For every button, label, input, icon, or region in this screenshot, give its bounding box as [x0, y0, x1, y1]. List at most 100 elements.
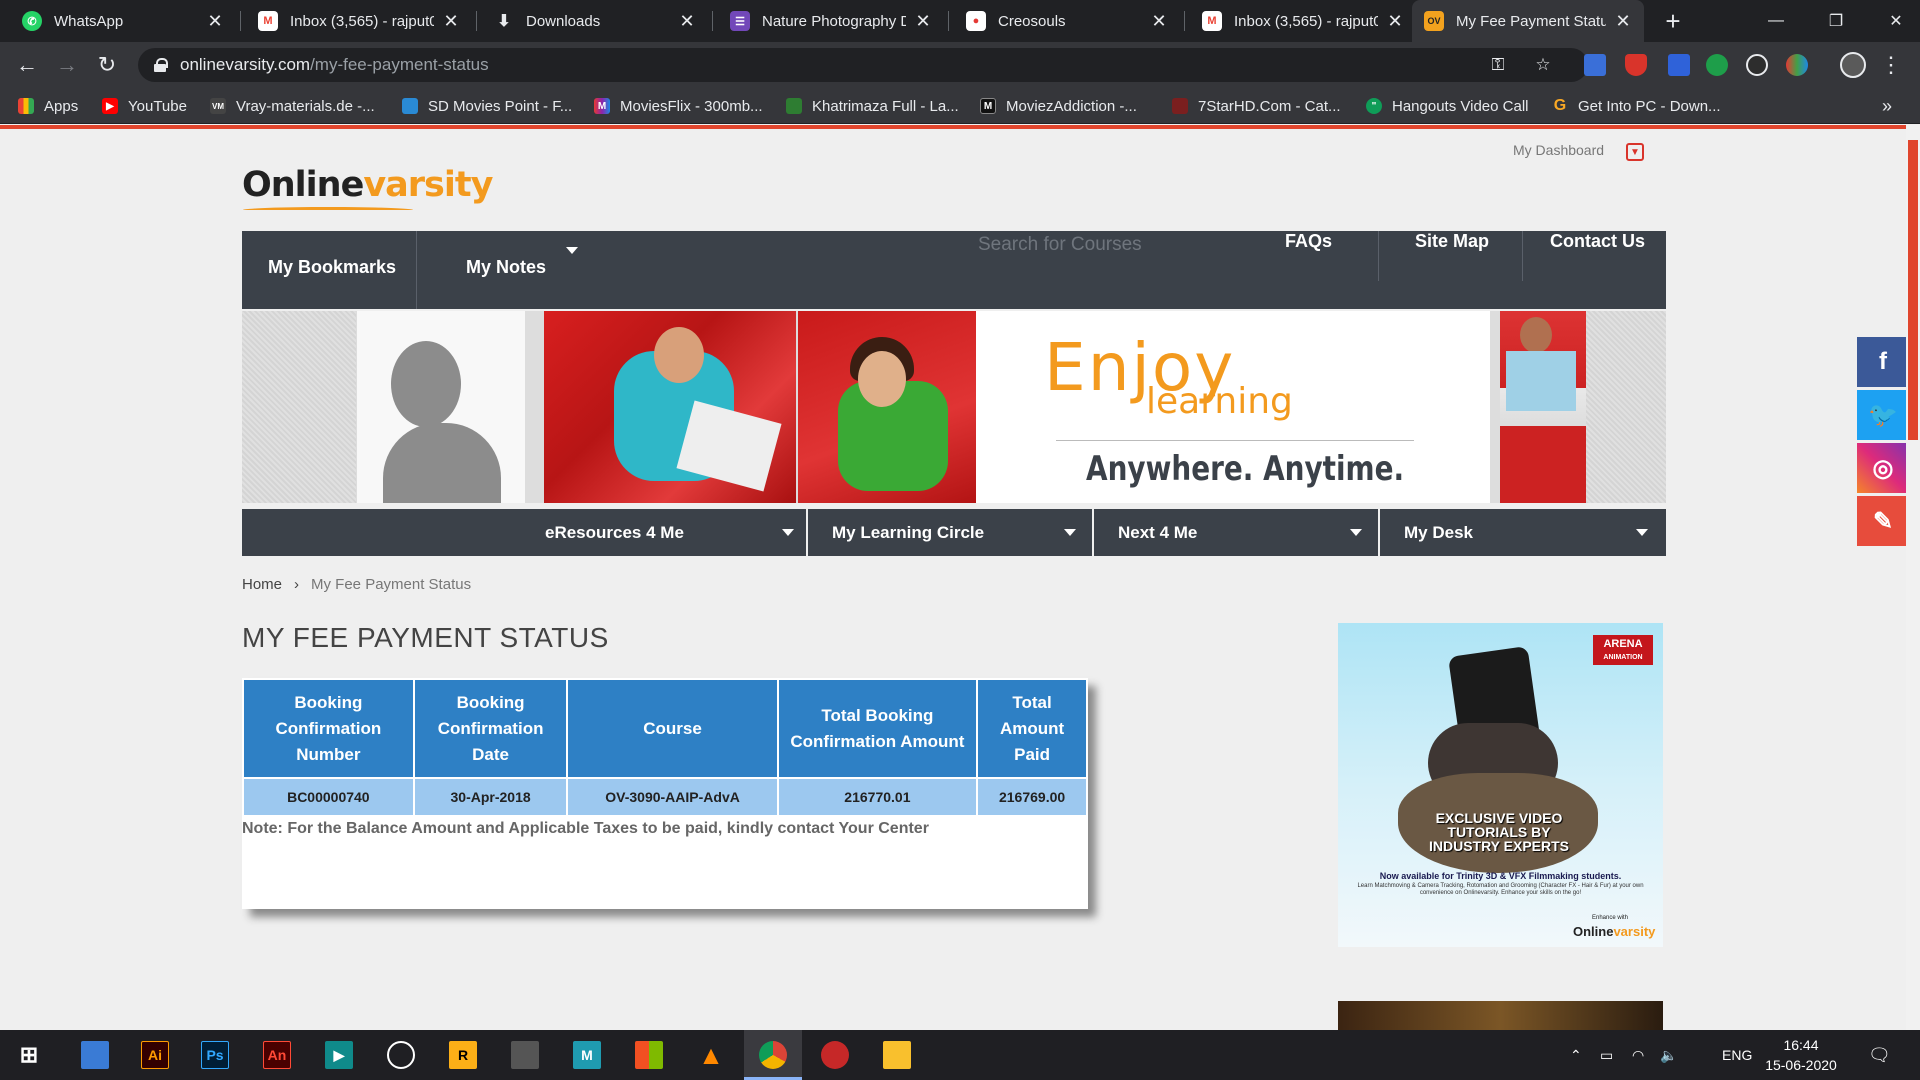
bookmark-youtube[interactable]: ▶ YouTube: [102, 88, 187, 124]
back-button[interactable]: ←: [12, 50, 42, 80]
taskbar-animate[interactable]: An: [248, 1030, 306, 1080]
bookmark-getintopc[interactable]: G Get Into PC - Down...: [1552, 88, 1721, 124]
arena-animation-ad[interactable]: ARENA ANIMATION EXCLUSIVE VIDEO TUTORIAL…: [1338, 623, 1663, 947]
edit-icon[interactable]: ✎: [1857, 496, 1909, 546]
taskbar-rockstar[interactable]: R: [434, 1030, 492, 1080]
scrollbar-thumb[interactable]: [1908, 140, 1918, 440]
taskbar-clock[interactable]: 16:44 15-06-2020: [1756, 1035, 1846, 1075]
taskbar-files[interactable]: [868, 1030, 926, 1080]
subnav-learning-circle[interactable]: My Learning Circle: [808, 509, 1094, 556]
nav-my-bookmarks[interactable]: My Bookmarks: [268, 257, 396, 278]
bookmark-vray[interactable]: VM Vray-materials.de -...: [210, 88, 375, 124]
taskbar-cinema[interactable]: [372, 1030, 430, 1080]
taskbar-media[interactable]: [806, 1030, 864, 1080]
bookmark-label: Apps: [44, 97, 79, 115]
profile-avatar-placeholder[interactable]: [357, 311, 525, 503]
taskbar-illustrator[interactable]: Ai: [126, 1030, 184, 1080]
bookmark-7starhd[interactable]: 7StarHD.Com - Cat...: [1172, 88, 1341, 124]
tab-divider: [1184, 11, 1185, 31]
my-dashboard-link[interactable]: My Dashboard: [1513, 142, 1604, 158]
nav-site-map[interactable]: Site Map: [1415, 231, 1489, 252]
start-button[interactable]: ⊞: [0, 1030, 58, 1080]
battery-icon[interactable]: ▭: [1600, 1030, 1613, 1080]
key-icon[interactable]: ⚿: [1488, 55, 1508, 75]
tray-chevron-icon[interactable]: ⌃: [1570, 1030, 1582, 1080]
new-tab-button[interactable]: +: [1656, 0, 1690, 42]
ad-enhance-text: Enhance with: [1592, 915, 1629, 921]
subnav-label: Next 4 Me: [1118, 522, 1198, 542]
taskbar-file-explorer[interactable]: [66, 1030, 124, 1080]
cell-total-amount-paid: 216769.00: [976, 777, 1088, 817]
profile-avatar-icon[interactable]: [1840, 52, 1866, 78]
fee-status-table: Booking Confirmation Number Booking Conf…: [242, 678, 1088, 817]
chevron-down-icon[interactable]: [566, 247, 578, 254]
extension-color-icon[interactable]: [1786, 54, 1808, 76]
twitter-icon[interactable]: 🐦: [1857, 390, 1909, 440]
nav-divider: [1378, 231, 1379, 281]
tab-title: Nature Photography D: [762, 12, 906, 30]
close-icon[interactable]: ✕: [1386, 11, 1404, 32]
nav-faqs[interactable]: FAQs: [1285, 231, 1332, 252]
banner-slogan: Enjoy learning Anywhere. Anytime.: [976, 311, 1490, 503]
rockstar-icon: R: [449, 1041, 477, 1069]
extension-shield-icon[interactable]: [1625, 54, 1647, 76]
subnav-eresources[interactable]: eResources 4 Me: [242, 509, 812, 556]
bookmark-khatrimaza[interactable]: Khatrimaza Full - La...: [786, 88, 959, 124]
extension-gauge-icon[interactable]: [1746, 54, 1768, 76]
taskbar-calculator[interactable]: [496, 1030, 554, 1080]
nav-my-notes[interactable]: My Notes: [466, 257, 546, 278]
instagram-icon[interactable]: ◎: [1857, 443, 1909, 493]
dashboard-dropdown-icon[interactable]: ▼: [1626, 143, 1644, 161]
bookmark-moviezaddiction[interactable]: M MoviezAddiction -...: [980, 88, 1137, 124]
bookmark-sd-movies[interactable]: SD Movies Point - F...: [402, 88, 572, 124]
volume-icon[interactable]: 🔈: [1660, 1030, 1677, 1080]
star-icon[interactable]: ☆: [1533, 55, 1553, 75]
subnav-my-desk[interactable]: My Desk: [1380, 509, 1666, 556]
tab-fee-payment-status[interactable]: OV My Fee Payment Status ✕: [1412, 0, 1644, 42]
taskbar-3ds-max[interactable]: ▶: [310, 1030, 368, 1080]
minimize-button[interactable]: —: [1746, 0, 1806, 42]
close-icon[interactable]: ✕: [914, 11, 932, 32]
subnav-label: My Learning Circle: [832, 522, 985, 542]
close-icon[interactable]: ✕: [442, 11, 460, 32]
tab-downloads[interactable]: ⬇ Downloads ✕: [482, 0, 708, 42]
notification-icon[interactable]: 🗨: [1868, 1030, 1891, 1080]
site-logo[interactable]: Onlinevarsity: [242, 165, 493, 205]
tab-nature-photography[interactable]: ☰ Nature Photography D ✕: [718, 0, 944, 42]
restore-button[interactable]: ❐: [1806, 0, 1866, 42]
bookmark-apps[interactable]: Apps: [18, 88, 78, 124]
extension-pen-icon[interactable]: [1668, 54, 1690, 76]
extension-green-icon[interactable]: [1706, 54, 1728, 76]
close-window-button[interactable]: ✕: [1866, 0, 1920, 42]
subnav-next-4-me[interactable]: Next 4 Me: [1094, 509, 1380, 556]
close-icon[interactable]: ✕: [1150, 11, 1168, 32]
close-icon[interactable]: ✕: [678, 11, 696, 32]
nav-contact-us[interactable]: Contact Us: [1550, 231, 1645, 252]
taskbar-photoshop[interactable]: Ps: [186, 1030, 244, 1080]
breadcrumb-home[interactable]: Home: [242, 576, 282, 593]
wifi-icon[interactable]: ◠: [1632, 1030, 1644, 1080]
bookmarks-overflow-button[interactable]: »: [1882, 88, 1892, 124]
menu-icon[interactable]: ⋮: [1876, 50, 1906, 80]
facebook-icon[interactable]: f: [1857, 337, 1909, 387]
tab-inbox-1[interactable]: M Inbox (3,565) - rajput0s ✕: [246, 0, 472, 42]
close-icon[interactable]: ✕: [206, 11, 224, 32]
language-indicator[interactable]: ENG: [1722, 1030, 1752, 1080]
bookmark-hangouts[interactable]: " Hangouts Video Call: [1366, 88, 1528, 124]
reload-button[interactable]: ↻: [92, 50, 122, 80]
taskbar-maya[interactable]: M: [558, 1030, 616, 1080]
tab-whatsapp[interactable]: ✆ WhatsApp ✕: [10, 0, 236, 42]
taskbar-vlc[interactable]: ▲: [682, 1030, 740, 1080]
tab-creosouls[interactable]: ● Creosouls ✕: [954, 0, 1180, 42]
course-search-input[interactable]: Search for Courses: [978, 234, 1142, 260]
tab-inbox-2[interactable]: M Inbox (3,565) - rajput0s ✕: [1190, 0, 1416, 42]
forward-button[interactable]: →: [52, 50, 82, 80]
extension-chart-icon[interactable]: [1584, 54, 1606, 76]
tab-divider: [240, 11, 241, 31]
taskbar-chrome[interactable]: [744, 1030, 802, 1080]
second-ad-banner[interactable]: [1338, 1001, 1663, 1030]
close-icon[interactable]: ✕: [1614, 11, 1632, 32]
address-bar[interactable]: onlinevarsity.com/my-fee-payment-status …: [138, 48, 1588, 82]
taskbar-store[interactable]: [620, 1030, 678, 1080]
bookmark-moviesflix[interactable]: M MoviesFlix - 300mb...: [594, 88, 763, 124]
